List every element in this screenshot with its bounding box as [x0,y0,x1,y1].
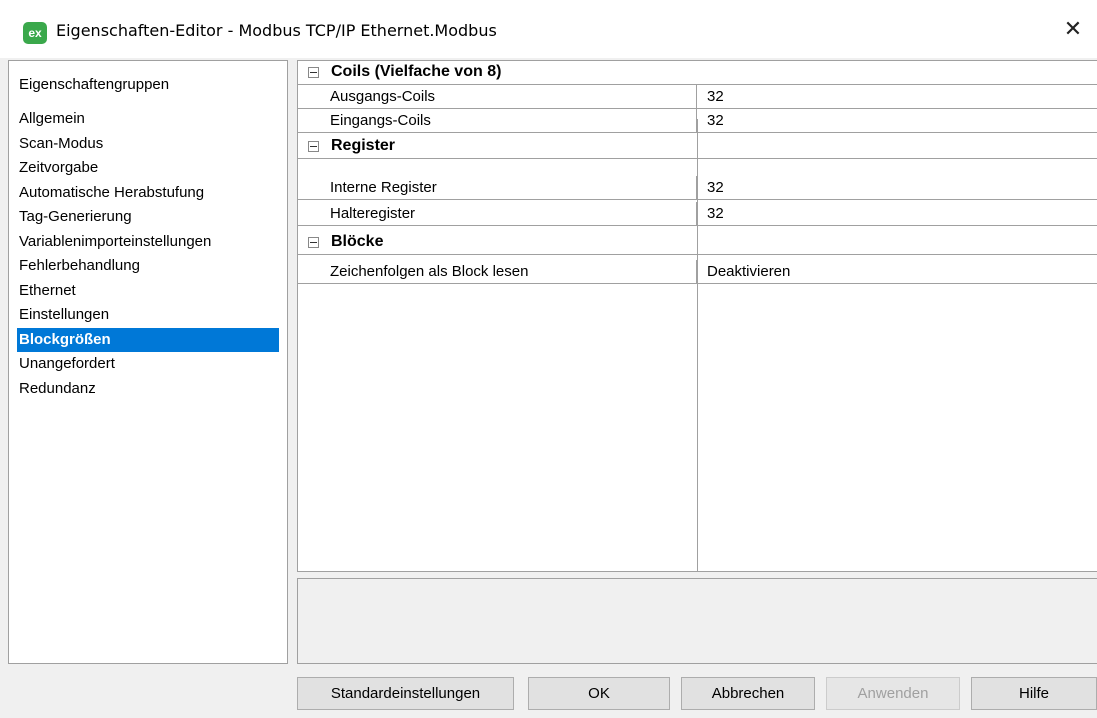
group-item-fehlerbehandlung[interactable]: Fehlerbehandlung [17,254,279,279]
property-value[interactable]: 32 [707,85,724,108]
group-item-variablenimporteinstellungen[interactable]: Variablenimporteinstellungen [17,230,279,255]
property-value[interactable]: 32 [707,176,724,199]
property-groups-panel: Eigenschaftengruppen Allgemein Scan-Modu… [8,60,288,664]
property-name: Halteregister [330,202,697,225]
property-value[interactable]: 32 [707,202,724,225]
group-item-zeitvorgabe[interactable]: Zeitvorgabe [17,156,279,181]
category-label: Coils (Vielfache von 8) [331,63,502,80]
close-icon[interactable]: ✕ [1049,10,1097,50]
help-button[interactable]: Hilfe [971,677,1097,710]
category-register[interactable]: Register [298,135,1097,159]
property-row-ausgangs-coils[interactable]: Ausgangs-Coils 32 [298,85,1097,109]
group-item-automatische-herabstufung[interactable]: Automatische Herabstufung [17,181,279,206]
window-title: Eigenschaften-Editor - Modbus TCP/IP Eth… [56,21,497,40]
apply-button[interactable]: Anwenden [826,677,960,710]
description-panel [297,578,1097,664]
property-value[interactable]: 32 [707,109,724,132]
collapse-icon[interactable] [308,141,319,152]
category-bloecke[interactable]: Blöcke [298,231,1097,255]
group-item-redundanz[interactable]: Redundanz [17,377,279,402]
property-grid: Coils (Vielfache von 8) Ausgangs-Coils 3… [297,60,1097,572]
category-coils[interactable]: Coils (Vielfache von 8) [298,61,1097,85]
property-name: Zeichenfolgen als Block lesen [330,260,697,283]
group-item-scan-modus[interactable]: Scan-Modus [17,132,279,157]
cancel-button[interactable]: Abbrechen [681,677,815,710]
app-icon: ex [23,22,47,44]
property-name: Eingangs-Coils [330,109,697,132]
defaults-button[interactable]: Standardeinstellungen [297,677,514,710]
property-row-interne-register[interactable]: Interne Register 32 [298,176,1097,200]
collapse-icon[interactable] [308,67,319,78]
ok-button[interactable]: OK [528,677,670,710]
title-bar: ex Eigenschaften-Editor - Modbus TCP/IP … [0,0,1097,58]
group-item-einstellungen[interactable]: Einstellungen [17,303,279,328]
group-item-blockgroessen[interactable]: Blockgrößen [17,327,279,352]
property-name: Interne Register [330,176,697,199]
property-groups-header: Eigenschaftengruppen [19,76,170,93]
property-value[interactable]: Deaktivieren [707,260,790,283]
property-name: Ausgangs-Coils [330,85,697,108]
collapse-icon[interactable] [308,237,319,248]
group-item-unangefordert[interactable]: Unangefordert [17,352,279,377]
property-row-halteregister[interactable]: Halteregister 32 [298,202,1097,226]
group-item-allgemein[interactable]: Allgemein [17,107,279,132]
property-row-zeichenfolgen-als-block[interactable]: Zeichenfolgen als Block lesen Deaktivier… [298,260,1097,284]
group-item-ethernet[interactable]: Ethernet [17,279,279,304]
property-groups-list: Allgemein Scan-Modus Zeitvorgabe Automat… [9,107,287,401]
category-label: Register [331,137,396,154]
category-label: Blöcke [331,233,384,250]
group-item-tag-generierung[interactable]: Tag-Generierung [17,205,279,230]
property-row-eingangs-coils[interactable]: Eingangs-Coils 32 [298,109,1097,133]
